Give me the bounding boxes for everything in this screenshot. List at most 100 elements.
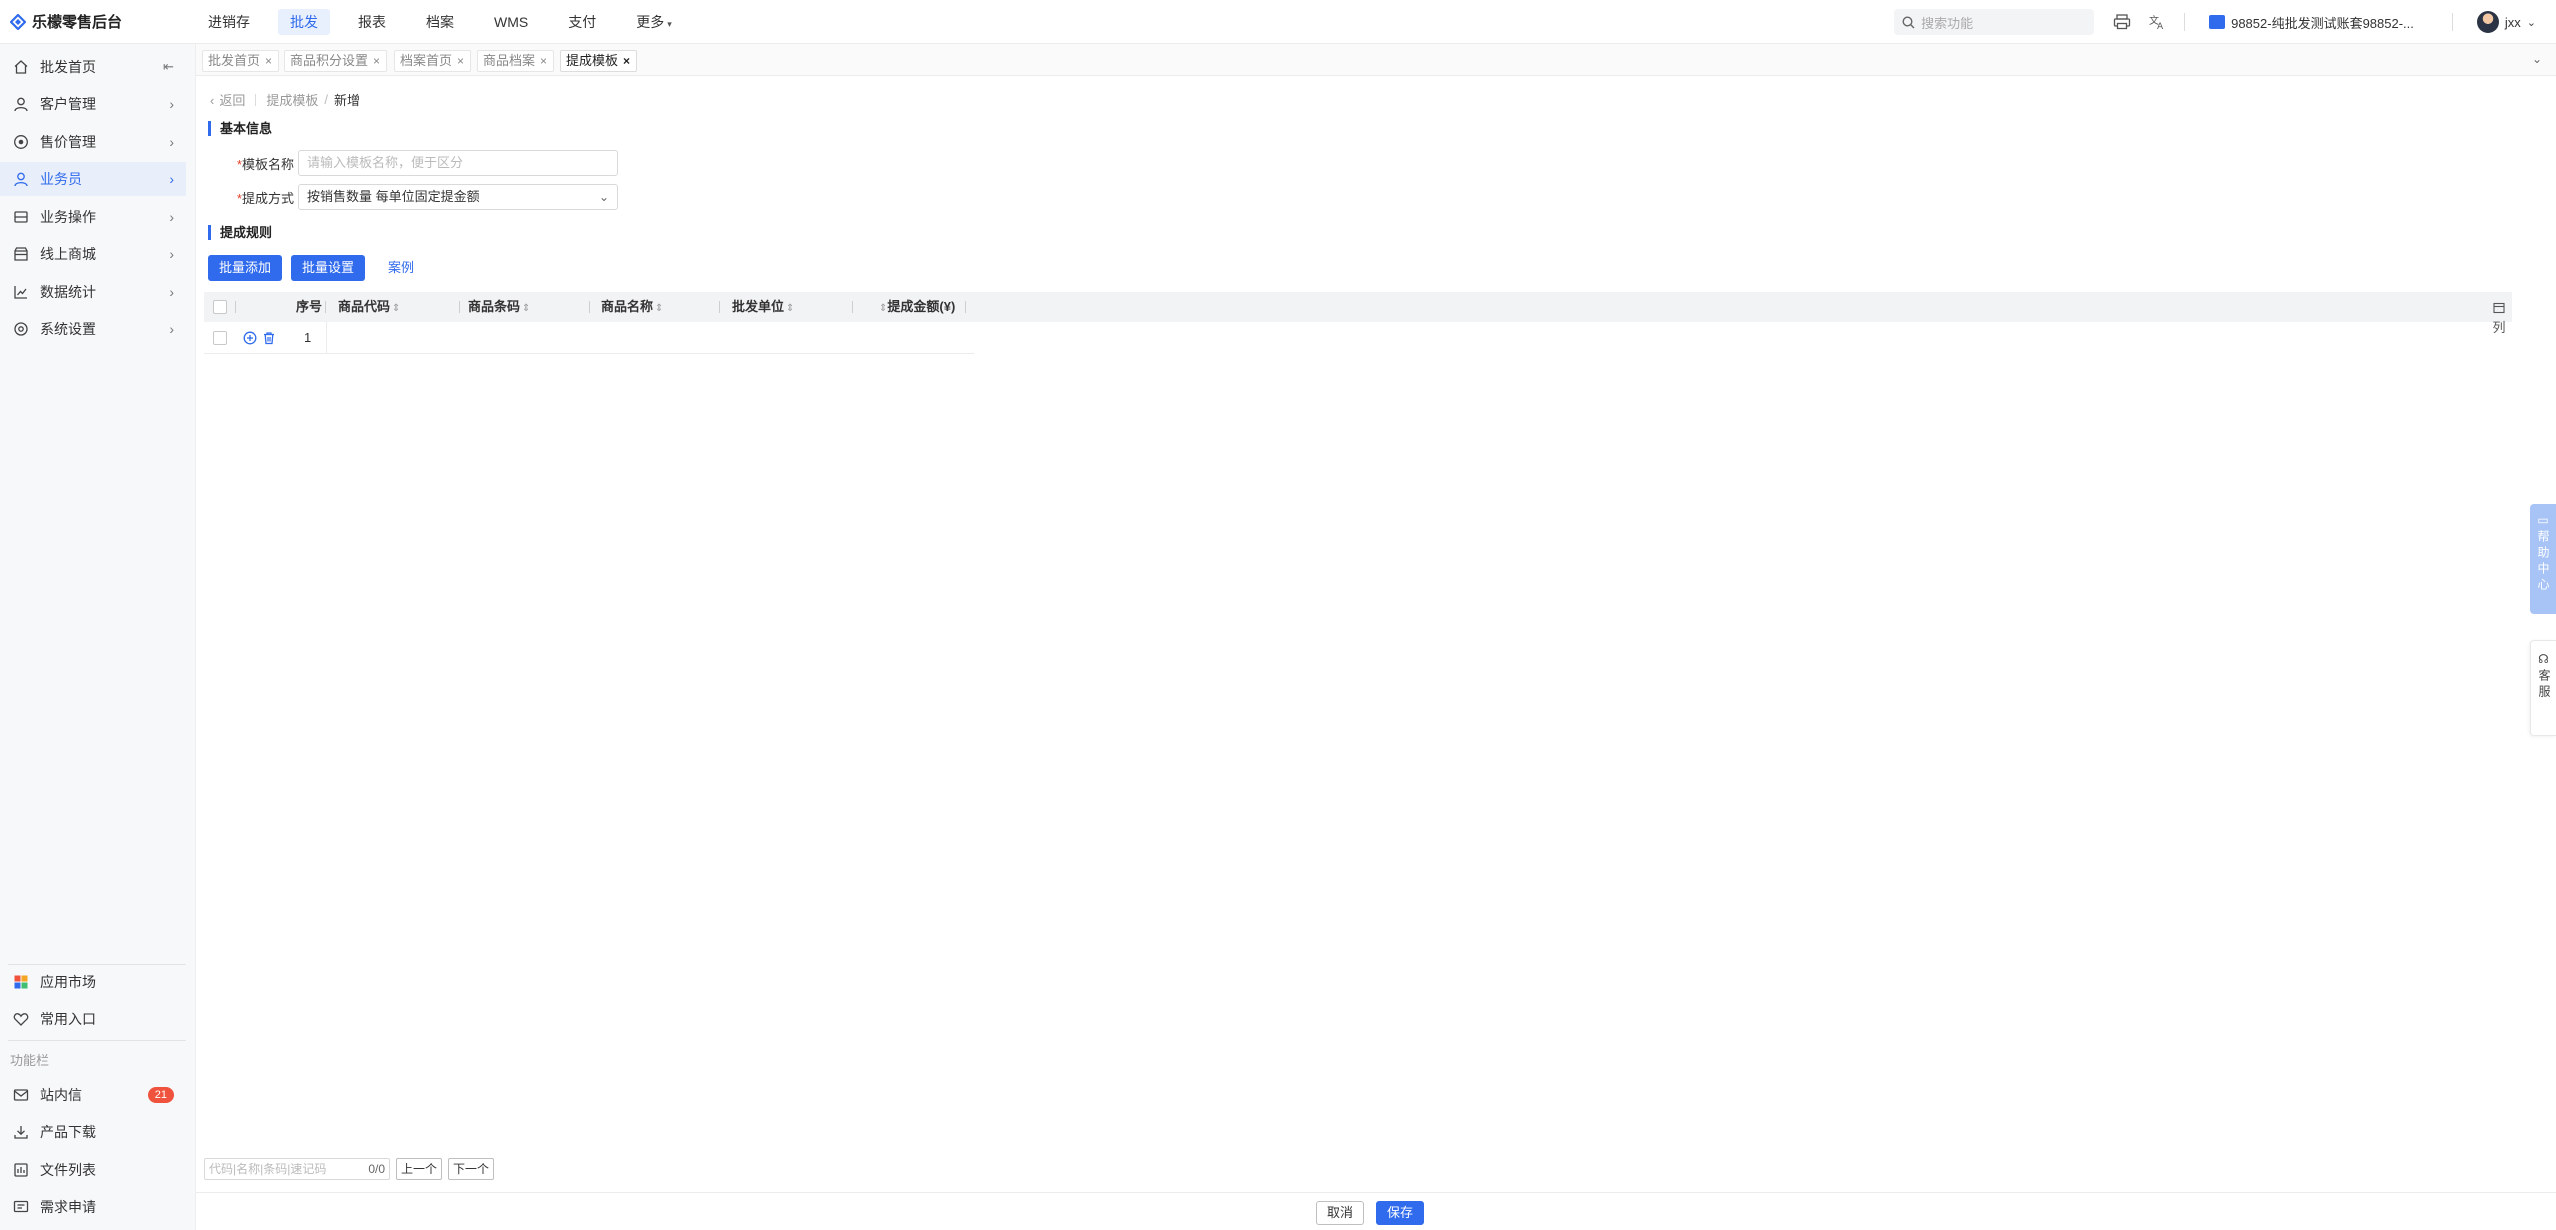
header-label: 商品代码 — [338, 299, 391, 314]
select-all-checkbox[interactable] — [213, 300, 227, 314]
topnav-item-wholesale[interactable]: 批发 — [278, 8, 330, 35]
store-icon — [12, 245, 30, 263]
sidebar-item-customer[interactable]: 客户管理 › — [0, 87, 186, 121]
cancel-button[interactable]: 取消 — [1316, 1201, 1365, 1225]
sidebar-item-label: 业务操作 — [40, 209, 96, 225]
breadcrumb-parent[interactable]: 提成模板 — [266, 90, 318, 109]
sidebar-item-price[interactable]: 售价管理 › — [0, 125, 186, 159]
sidebar-item-wholesale-home[interactable]: 批发首页 ⇤ — [0, 50, 186, 84]
batch-add-button[interactable]: 批量添加 — [208, 255, 283, 281]
find-prev-button[interactable]: 上一个 — [396, 1158, 443, 1180]
header-barcode[interactable]: 商品条码 ⇕ — [468, 292, 530, 322]
top-nav: 进销存 批发 报表 档案 WMS 支付 更多 ▾ — [196, 0, 700, 44]
sidebar-item-app-market[interactable]: 应用市场 — [0, 965, 186, 999]
settings-icon — [12, 320, 30, 338]
find-next-button[interactable]: 下一个 — [448, 1158, 495, 1180]
delete-row-icon[interactable] — [262, 331, 276, 345]
chevron-right-icon: › — [169, 96, 174, 112]
close-icon[interactable]: × — [457, 54, 464, 68]
help-icon: ▭ — [2537, 513, 2549, 527]
translate-icon[interactable]: 文A — [2148, 12, 2168, 32]
account-selector[interactable]: 98852-纯批发测试账套98852-... — [2209, 13, 2414, 32]
main-content: ‹ 返回 提成模板 / 新增 基本信息 *模板名称 请输入模板名称，便于区分 *提… — [196, 76, 2512, 1230]
price-icon — [12, 133, 30, 151]
topnav-item-more[interactable]: 更多 ▾ — [624, 9, 684, 35]
close-icon[interactable]: × — [623, 54, 630, 68]
find-input[interactable]: 代码|名称|条码|速记码 0/0 — [204, 1158, 390, 1180]
sidebar-item-operation[interactable]: 业务操作 › — [0, 200, 186, 234]
search-input[interactable]: 搜索功能 — [1894, 9, 2095, 35]
close-icon[interactable]: × — [540, 54, 547, 68]
find-bar: 代码|名称|条码|速记码 0/0 上一个 下一个 — [204, 1158, 495, 1180]
chevron-down-icon: ⌄ — [598, 190, 609, 204]
header-label: 商品名称 — [601, 299, 654, 314]
header-product-code[interactable]: 商品代码 ⇕ — [338, 292, 400, 322]
tab-archive-home[interactable]: 档案首页 × — [394, 50, 472, 72]
header-unit[interactable]: 批发单位 ⇕ — [732, 292, 794, 322]
example-link[interactable]: 案例 — [377, 255, 425, 281]
tab-wholesale-home[interactable]: 批发首页 × — [202, 50, 280, 72]
tab-label: 提成模板 — [566, 53, 619, 68]
sidebar-item-stats[interactable]: 数据统计 › — [0, 275, 186, 309]
topnav-item-jxc[interactable]: 进销存 — [196, 9, 262, 35]
topnav-item-archive[interactable]: 档案 — [414, 9, 466, 35]
tab-product-archive[interactable]: 商品档案 × — [477, 50, 555, 72]
topnav-item-report[interactable]: 报表 — [346, 9, 398, 35]
tab-points-settings[interactable]: 商品积分设置 × — [284, 50, 388, 72]
sidebar-item-settings[interactable]: 系统设置 › — [0, 312, 186, 346]
method-select[interactable]: 按销售数量 每单位固定提金额 ⌄ — [298, 184, 618, 210]
sidebar-item-salesman[interactable]: 业务员 › — [0, 162, 186, 196]
chevron-right-icon: › — [169, 246, 174, 262]
sidebar-item-messages[interactable]: 站内信 21 — [0, 1078, 186, 1112]
back-link[interactable]: ‹ 返回 — [210, 90, 245, 109]
close-icon[interactable]: × — [265, 54, 272, 68]
sidebar-item-download[interactable]: 产品下载 — [0, 1115, 186, 1149]
sidebar-item-label: 售价管理 — [40, 134, 96, 150]
section-title-basic: 基本信息 — [208, 121, 272, 136]
sidebar-item-files[interactable]: 文件列表 — [0, 1153, 186, 1187]
function-section-label: 功能栏 — [10, 1053, 50, 1068]
section-title-rules: 提成规则 — [208, 225, 272, 240]
tab-commission-template[interactable]: 提成模板 × — [560, 50, 638, 72]
person-icon — [12, 170, 30, 188]
header-commission[interactable]: ⇕提成金额(¥) — [877, 292, 955, 322]
column-separator — [965, 301, 966, 313]
header-label: 提成金额(¥) — [887, 299, 956, 314]
user-menu[interactable]: jxx ⌄ — [2476, 11, 2536, 33]
sidebar-item-favorites[interactable]: 常用入口 — [0, 1002, 186, 1036]
app-logo[interactable]: 乐檬零售后台 — [0, 0, 196, 44]
service-label: 客服 — [2537, 669, 2551, 701]
download-icon — [12, 1123, 30, 1141]
account-icon — [2209, 15, 2226, 29]
sidebar-item-store[interactable]: 线上商城 › — [0, 237, 186, 271]
column-settings-button[interactable]: 列 — [2490, 302, 2508, 336]
sidebar-item-label: 产品下载 — [40, 1124, 96, 1140]
column-separator — [589, 301, 590, 313]
help-center-tab[interactable]: ▭ 帮助中心 — [2530, 504, 2556, 614]
footer-bar: 取消 保存 — [196, 1192, 2556, 1230]
user-icon — [12, 95, 30, 113]
divider — [2451, 13, 2453, 31]
row-checkbox[interactable] — [213, 331, 227, 345]
sidebar-item-label: 文件列表 — [40, 1162, 96, 1178]
topnav-item-pay[interactable]: 支付 — [556, 9, 608, 35]
sidebar: 批发首页 ⇤ 客户管理 › 售价管理 › 业务员 › 业务操作 › 线上商城 ›… — [0, 44, 196, 1230]
sort-icon: ⇕ — [522, 303, 531, 314]
app-title: 乐檬零售后台 — [32, 14, 123, 31]
header-product-name[interactable]: 商品名称 ⇕ — [601, 292, 663, 322]
topnav-item-wms[interactable]: WMS — [482, 9, 540, 35]
collapse-icon[interactable]: ⇤ — [163, 59, 174, 75]
chevron-down-icon[interactable]: ⌄ — [2532, 52, 2542, 66]
search-icon — [1902, 15, 1915, 28]
template-name-label: 模板名称 — [241, 156, 294, 172]
back-label: 返回 — [219, 93, 246, 108]
save-button[interactable]: 保存 — [1376, 1201, 1425, 1225]
close-icon[interactable]: × — [373, 54, 380, 68]
chart-icon — [12, 283, 30, 301]
batch-set-button[interactable]: 批量设置 — [291, 255, 366, 281]
customer-service-tab[interactable]: ☊ 客服 — [2530, 640, 2556, 736]
sidebar-item-request[interactable]: 需求申请 — [0, 1190, 186, 1224]
template-name-input[interactable]: 请输入模板名称，便于区分 — [298, 150, 618, 176]
printer-icon[interactable] — [2112, 12, 2132, 32]
add-row-icon[interactable] — [243, 331, 257, 345]
